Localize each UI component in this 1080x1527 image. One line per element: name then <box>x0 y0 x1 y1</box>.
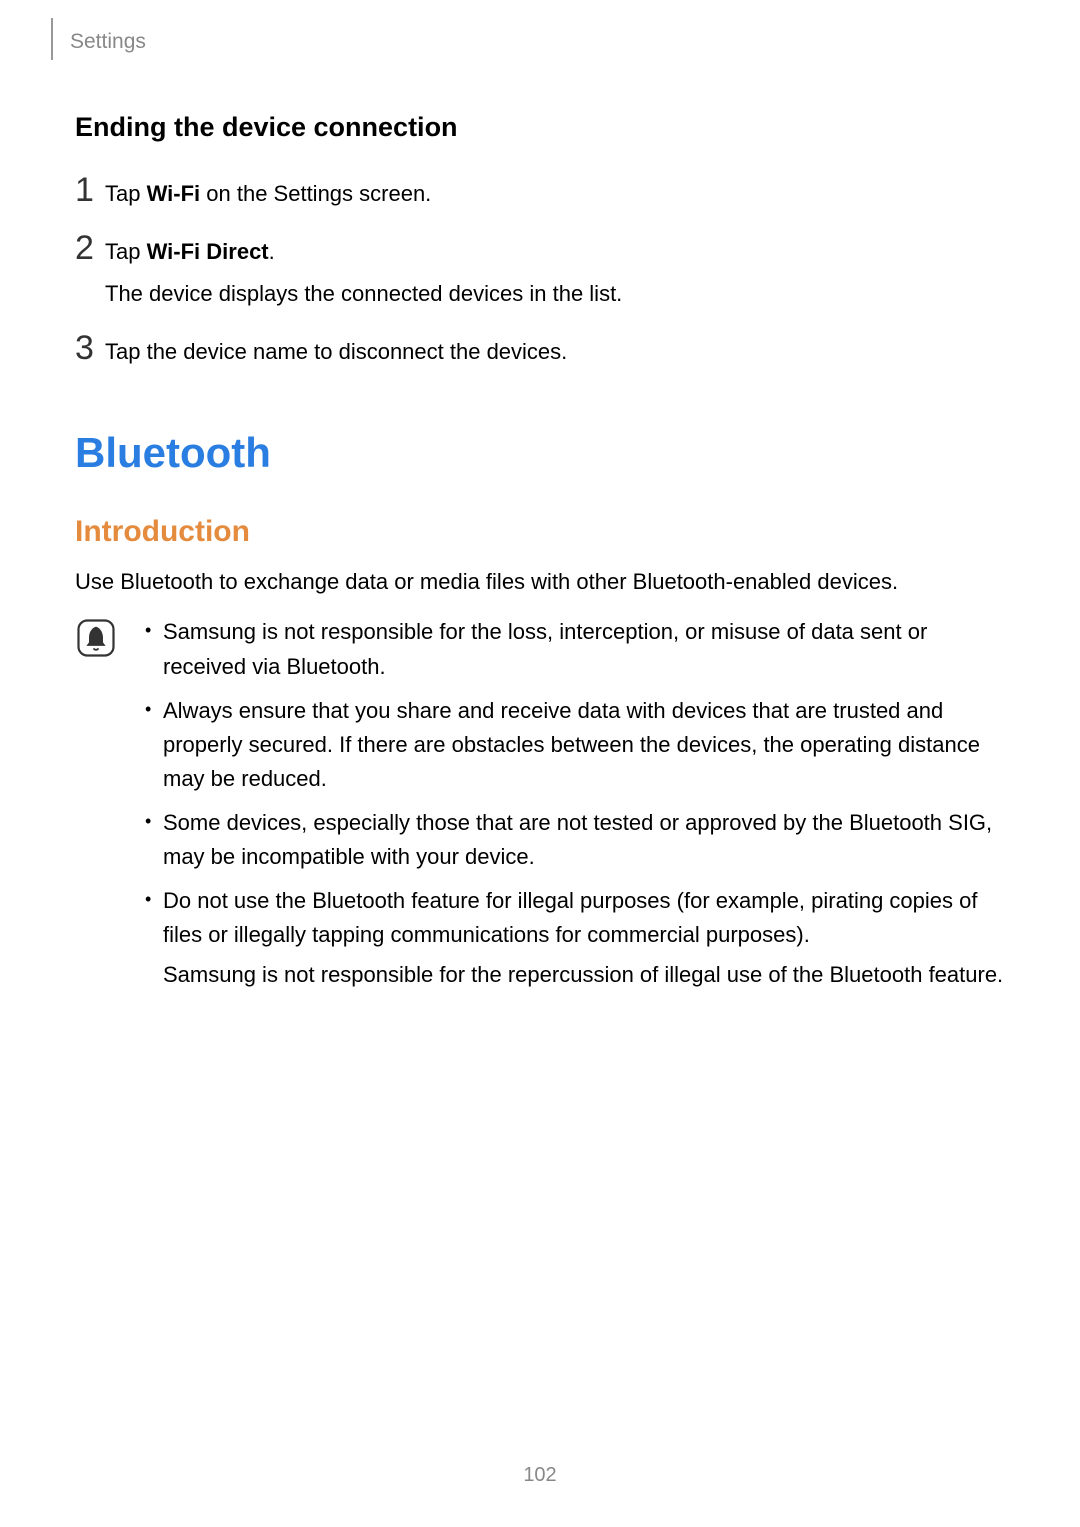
step-number: 2 <box>75 231 105 265</box>
intro-paragraph: Use Bluetooth to exchange data or media … <box>75 565 1015 599</box>
step-text-prefix: Tap the device name to disconnect the de… <box>105 339 567 364</box>
step-body: Tap Wi-Fi Direct. The device displays th… <box>105 233 1015 311</box>
step-body: Tap the device name to disconnect the de… <box>105 333 1015 369</box>
note-bullet-item: • Always ensure that you share and recei… <box>145 694 1015 796</box>
bullet-sub: Samsung is not responsible for the reper… <box>163 958 1015 992</box>
note-block: • Samsung is not responsible for the los… <box>75 615 1015 1002</box>
step-3: 3 Tap the device name to disconnect the … <box>75 331 1015 369</box>
note-content: • Samsung is not responsible for the los… <box>125 615 1015 1002</box>
section-heading-h2: Introduction <box>75 515 1015 549</box>
bullet-text: Do not use the Bluetooth feature for ill… <box>163 884 1015 992</box>
bullet-marker: • <box>145 694 163 796</box>
step-text-bold: Wi-Fi Direct <box>147 239 269 264</box>
step-text-bold: Wi-Fi <box>147 181 201 206</box>
bullet-text: Always ensure that you share and receive… <box>163 694 1015 796</box>
step-text-suffix: on the Settings screen. <box>200 181 431 206</box>
subsection-heading: Ending the device connection <box>75 112 1015 143</box>
note-bullet-item: • Some devices, especially those that ar… <box>145 806 1015 874</box>
bullet-marker: • <box>145 884 163 992</box>
bullet-text: Samsung is not responsible for the loss,… <box>163 615 1015 683</box>
step-text-prefix: Tap <box>105 181 147 206</box>
note-bell-icon <box>75 615 125 1002</box>
bullet-text: Some devices, especially those that are … <box>163 806 1015 874</box>
step-number: 1 <box>75 173 105 207</box>
breadcrumb: Settings <box>70 30 146 54</box>
bullet-main: Do not use the Bluetooth feature for ill… <box>163 888 977 947</box>
section-heading-h1: Bluetooth <box>75 429 1015 477</box>
step-2: 2 Tap Wi-Fi Direct. The device displays … <box>75 231 1015 311</box>
page-content: Ending the device connection 1 Tap Wi-Fi… <box>75 100 1015 1002</box>
bullet-marker: • <box>145 806 163 874</box>
step-description: The device displays the connected device… <box>105 277 1015 311</box>
note-bullet-list: • Samsung is not responsible for the los… <box>145 615 1015 992</box>
note-bullet-item: • Do not use the Bluetooth feature for i… <box>145 884 1015 992</box>
step-text-prefix: Tap <box>105 239 147 264</box>
bullet-marker: • <box>145 615 163 683</box>
note-bullet-item: • Samsung is not responsible for the los… <box>145 615 1015 683</box>
header-divider <box>51 18 53 60</box>
page-number: 102 <box>0 1464 1080 1487</box>
step-1: 1 Tap Wi-Fi on the Settings screen. <box>75 173 1015 211</box>
step-body: Tap Wi-Fi on the Settings screen. <box>105 175 1015 211</box>
step-text-suffix: . <box>269 239 275 264</box>
step-number: 3 <box>75 331 105 365</box>
